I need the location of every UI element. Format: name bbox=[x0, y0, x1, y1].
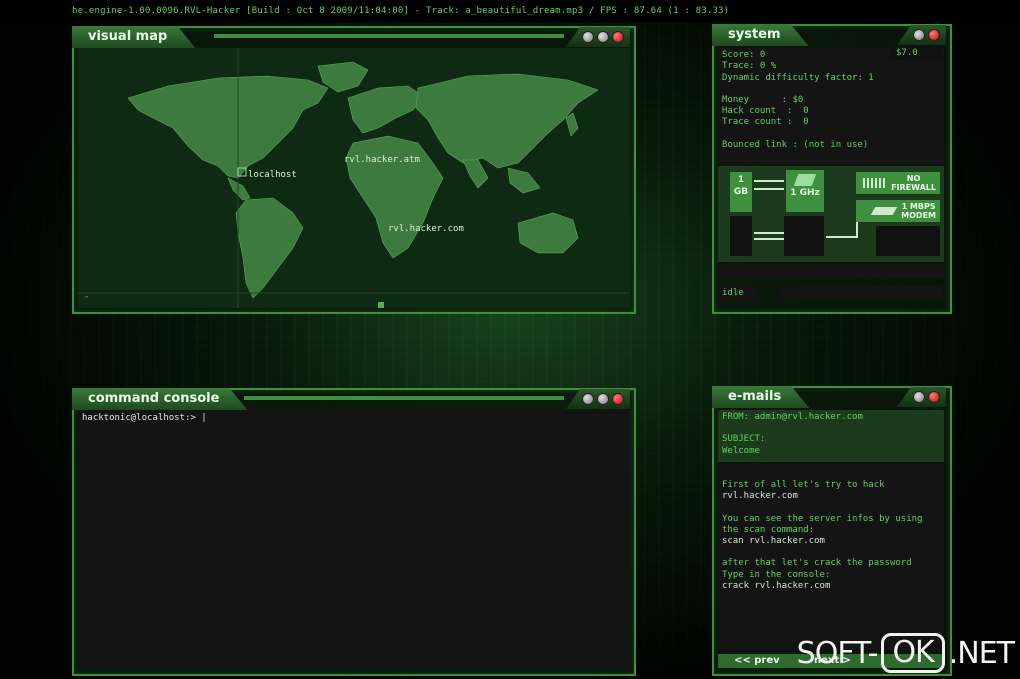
email-subject: Welcome bbox=[722, 445, 760, 456]
trace-text: Trace: 0 % bbox=[722, 61, 777, 72]
progress-bar bbox=[718, 264, 944, 278]
email-subject-label: SUBJECT: bbox=[722, 434, 766, 445]
modem-slot bbox=[876, 226, 940, 256]
firewall-icon bbox=[863, 178, 886, 188]
command-console-panel: command console hacktonic@localhost:> | bbox=[72, 388, 636, 676]
maximize-button[interactable] bbox=[597, 31, 609, 43]
tab-line bbox=[214, 34, 564, 38]
visual-map-panel: visual map localhost rvl.hacker.atm rvl.… bbox=[72, 26, 636, 314]
watermark-mid: OK bbox=[881, 633, 945, 673]
difficulty-text: Dynamic difficulty factor: 1 bbox=[722, 72, 874, 83]
cpu-label: 1 GHz bbox=[790, 188, 820, 198]
system-stats: Score: 0 Trace: 0 % Dynamic difficulty f… bbox=[718, 48, 944, 164]
cpu-module[interactable]: 1 GHz bbox=[786, 170, 824, 212]
email-body: First of all let's try to hack rvl.hacke… bbox=[718, 464, 944, 650]
email-line: You can see the server infos by using bbox=[722, 513, 923, 524]
maximize-button[interactable] bbox=[597, 393, 609, 405]
email-line: crack rvl.hacker.com bbox=[722, 581, 831, 592]
command-console-title: command console bbox=[72, 388, 247, 410]
map-scroll-marker: - bbox=[84, 292, 90, 302]
chip-icon bbox=[793, 174, 817, 186]
minimize-button[interactable] bbox=[582, 393, 594, 405]
window-controls bbox=[566, 27, 630, 47]
wire bbox=[754, 238, 784, 240]
tab-line bbox=[244, 396, 564, 400]
console-prompt[interactable]: hacktonic@localhost:> | bbox=[78, 410, 630, 426]
status-bar-field bbox=[780, 286, 942, 300]
window-controls bbox=[897, 25, 946, 45]
visual-map-title: visual map bbox=[72, 26, 195, 48]
watermark-logo: SOFT- OK .NET bbox=[796, 633, 1015, 673]
status-bar: he.engine-1.00.0096.RVL-Hacker [Build : … bbox=[0, 0, 1020, 22]
modem-icon bbox=[870, 207, 898, 215]
email-line: the scan command: bbox=[722, 524, 815, 535]
close-button[interactable] bbox=[612, 393, 624, 405]
watermark-right: .NET bbox=[948, 635, 1015, 671]
firewall-label: NO FIREWALL bbox=[891, 174, 936, 192]
money-text: Money : $0 bbox=[722, 94, 804, 105]
world-map[interactable]: localhost rvl.hacker.atm rvl.hacker.com … bbox=[78, 48, 630, 308]
world-map-svg bbox=[78, 48, 630, 308]
trace-count-text: Trace count : 0 bbox=[722, 117, 809, 128]
email-line: scan rvl.hacker.com bbox=[722, 536, 825, 547]
close-button[interactable] bbox=[928, 391, 940, 403]
close-button[interactable] bbox=[612, 31, 624, 43]
minimize-button[interactable] bbox=[913, 391, 925, 403]
emails-title: e-mails bbox=[712, 386, 809, 408]
email-line: First of all let's try to hack bbox=[722, 480, 885, 490]
ram-module[interactable]: 1 GB bbox=[730, 172, 752, 212]
firewall-module[interactable]: NO FIREWALL bbox=[856, 172, 940, 194]
email-from: FROM: admin@rvl.hacker.com bbox=[722, 412, 863, 422]
modem-label: 1 MBPS MODEM bbox=[901, 202, 936, 220]
ram-slot bbox=[730, 216, 752, 256]
bounced-link-text: Bounced link : (not in use) bbox=[722, 139, 869, 150]
map-label-localhost[interactable]: localhost bbox=[248, 170, 297, 180]
wire bbox=[754, 232, 784, 234]
minimize-button[interactable] bbox=[582, 31, 594, 43]
hardware-diagram: 1 GB 1 GHz NO FIREWALL 1 MBPS MODEM bbox=[718, 166, 944, 262]
wire bbox=[826, 236, 856, 238]
wire bbox=[754, 180, 784, 182]
close-button[interactable] bbox=[928, 29, 940, 41]
console-output[interactable]: hacktonic@localhost:> | bbox=[78, 410, 630, 670]
window-controls bbox=[897, 387, 946, 407]
map-scroll-handle[interactable] bbox=[378, 302, 384, 308]
email-line: rvl.hacker.com bbox=[722, 491, 798, 502]
hack-count-text: Hack count : 0 bbox=[722, 106, 809, 117]
window-controls bbox=[566, 389, 630, 409]
modem-module[interactable]: 1 MBPS MODEM bbox=[856, 200, 940, 222]
cpu-slot bbox=[784, 216, 824, 256]
map-label-atm[interactable]: rvl.hacker.atm bbox=[344, 155, 420, 165]
email-line: after that let's crack the password bbox=[722, 558, 912, 569]
wire bbox=[754, 188, 784, 190]
status-idle: idle bbox=[718, 286, 756, 300]
version-badge: $7.0 bbox=[890, 46, 942, 60]
system-title: system bbox=[712, 24, 809, 46]
email-line: Type in the console: bbox=[722, 569, 831, 580]
email-header: FROM: admin@rvl.hacker.com SUBJECT: Welc… bbox=[718, 410, 944, 462]
prev-email-button[interactable]: << prev bbox=[734, 654, 780, 668]
map-label-com[interactable]: rvl.hacker.com bbox=[388, 224, 464, 234]
watermark-left: SOFT- bbox=[796, 635, 879, 671]
minimize-button[interactable] bbox=[913, 29, 925, 41]
system-panel: system Score: 0 Trace: 0 % Dynamic diffi… bbox=[712, 24, 952, 314]
